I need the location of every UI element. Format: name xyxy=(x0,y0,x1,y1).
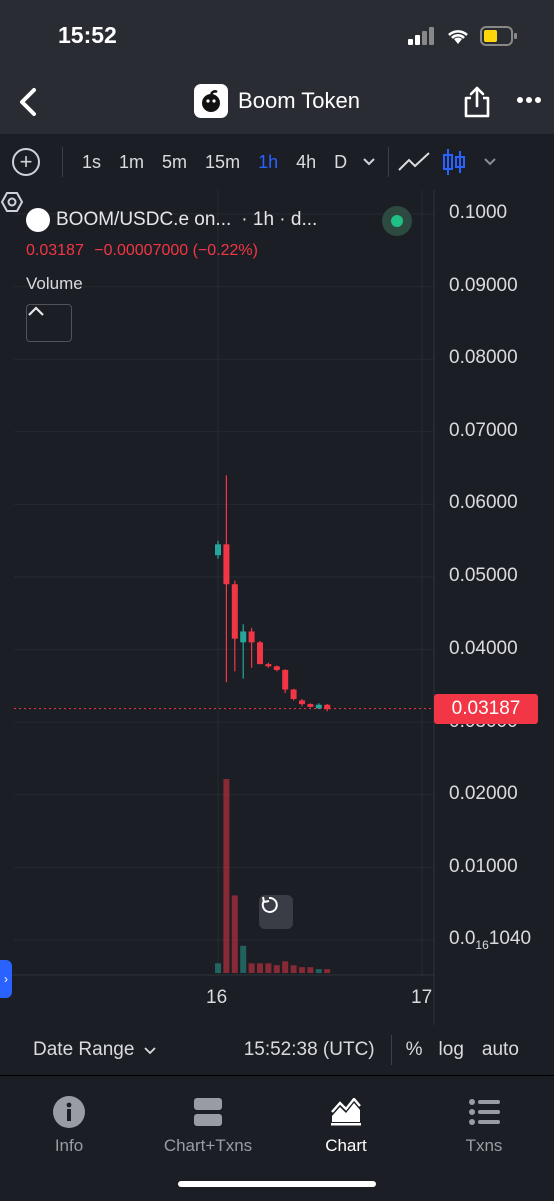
status-time: 15:52 xyxy=(58,22,117,48)
price-tick: 0.01000 xyxy=(449,856,518,877)
legend-symbol: BOOM/USDC.e on... xyxy=(56,209,232,230)
tab-chart-txns[interactable]: Chart+Txns xyxy=(158,1094,258,1156)
list-icon xyxy=(469,1099,500,1125)
candle-body xyxy=(231,584,238,639)
token-logo xyxy=(194,84,229,118)
utc-clock: 15:52:38 (UTC) xyxy=(243,1039,375,1060)
page-title: Boom Token xyxy=(238,88,360,113)
pair-logo-icon xyxy=(26,208,50,232)
volume-bar xyxy=(273,965,280,973)
more-icon[interactable] xyxy=(516,96,542,104)
status-dot-icon xyxy=(391,215,403,227)
candle-body xyxy=(299,700,305,705)
volume-bar xyxy=(290,965,297,973)
side-drawer-handle[interactable]: › xyxy=(0,960,12,998)
time-tick: 16 xyxy=(206,987,228,1008)
volume-bar xyxy=(307,967,314,973)
candle-body xyxy=(248,631,255,643)
area-chart-icon xyxy=(331,1098,361,1126)
legend-change: −0.00007000 (−0.22%) xyxy=(94,242,258,259)
price-tick: 0.02000 xyxy=(449,783,518,804)
add-indicator-icon[interactable]: + xyxy=(12,148,40,176)
date-range-button[interactable]: Date Range xyxy=(33,1039,156,1061)
volume-bar xyxy=(223,779,230,973)
price-tick: 0.09000 xyxy=(449,275,518,296)
volume-bar xyxy=(240,945,247,973)
log-toggle[interactable]: log xyxy=(439,1039,464,1061)
candle-body xyxy=(215,544,221,556)
price-tick: 0.05000 xyxy=(449,565,518,586)
volume-bar xyxy=(248,963,255,973)
reset-chart-button[interactable] xyxy=(259,895,293,929)
boom-logo-icon xyxy=(202,90,221,112)
price-tick: 0.07000 xyxy=(449,420,518,441)
chart-toolbar: + 1s 1m 5m 15m 1h 4h D xyxy=(0,134,554,190)
volume-bar xyxy=(231,895,238,973)
tab-chart[interactable]: Chart xyxy=(316,1094,376,1156)
price-tick: 0.06000 xyxy=(449,492,518,513)
timeframe-d[interactable]: D xyxy=(334,152,347,173)
time-tick: 17 xyxy=(411,987,433,1008)
candle-body xyxy=(240,631,247,643)
timeframe-1h[interactable]: 1h xyxy=(258,152,278,173)
signal-icon xyxy=(408,27,434,45)
info-icon xyxy=(53,1096,85,1128)
chart-legend: BOOM/USDC.e on... · 1h · d... xyxy=(26,208,317,232)
candle-body xyxy=(257,642,263,665)
candle-body xyxy=(273,666,280,670)
reset-icon xyxy=(261,896,278,913)
share-icon[interactable] xyxy=(462,84,492,120)
timeframe-1s[interactable]: 1s xyxy=(82,152,101,173)
chart-footer: Date Range 15:52:38 (UTC) % log auto xyxy=(0,1025,554,1075)
tab-txns[interactable]: Txns xyxy=(456,1094,512,1156)
price-tick: 0.1000 xyxy=(449,202,508,223)
legend-price: 0.03187 xyxy=(26,242,84,259)
candle-body xyxy=(223,544,230,585)
volume-bar xyxy=(257,963,263,973)
battery-icon xyxy=(480,26,517,46)
candle-body xyxy=(290,689,297,699)
timeframe-dropdown-icon[interactable] xyxy=(362,157,376,167)
timeframe-1m[interactable]: 1m xyxy=(119,152,144,173)
legend-price-line: 0.03187 −0.00007000 (−0.22%) xyxy=(26,242,258,260)
price-tick: 0.04000 xyxy=(449,638,518,659)
timeframe-15m[interactable]: 15m xyxy=(205,152,240,173)
home-indicator xyxy=(178,1181,376,1187)
timeframe-4h[interactable]: 4h xyxy=(296,152,316,173)
chevron-down-icon xyxy=(144,1047,156,1055)
chart-type-dropdown-icon[interactable] xyxy=(483,157,497,167)
collapse-legend-button[interactable] xyxy=(26,304,72,342)
status-bar: 15:52 xyxy=(0,0,554,72)
candle-body xyxy=(282,669,289,690)
candle-body xyxy=(307,704,314,707)
volume-bar xyxy=(299,967,305,973)
current-price-tag: 0.03187 xyxy=(434,694,538,724)
price-tick: 0.08000 xyxy=(449,347,518,368)
volume-bar xyxy=(324,969,331,973)
nav-bar: Boom Token xyxy=(0,72,554,134)
candle-body xyxy=(265,664,272,667)
tab-info[interactable]: Info xyxy=(40,1094,98,1156)
legend-interval: · 1h · d... xyxy=(241,209,318,230)
percent-toggle[interactable]: % xyxy=(406,1039,423,1061)
volume-bar xyxy=(265,963,272,973)
candle-body xyxy=(315,704,322,709)
market-status-badge xyxy=(382,206,412,236)
volume-bar xyxy=(282,961,289,973)
volume-bar xyxy=(215,963,221,973)
chevron-up-icon xyxy=(28,306,44,316)
chart-settings-icon[interactable] xyxy=(0,190,24,214)
volume-bar xyxy=(315,969,322,973)
price-tick-last: 0.0161040 xyxy=(449,928,532,952)
volume-label: Volume xyxy=(26,274,83,293)
auto-toggle[interactable]: auto xyxy=(482,1039,519,1061)
timeframe-5m[interactable]: 5m xyxy=(162,152,187,173)
split-view-icon xyxy=(194,1098,222,1126)
wifi-icon xyxy=(448,30,468,44)
line-chart-icon[interactable] xyxy=(397,150,431,174)
chart-area[interactable]: BOOM/USDC.e on... · 1h · d... 0.03187 −0… xyxy=(0,190,554,1025)
candlestick-icon[interactable] xyxy=(441,147,467,177)
